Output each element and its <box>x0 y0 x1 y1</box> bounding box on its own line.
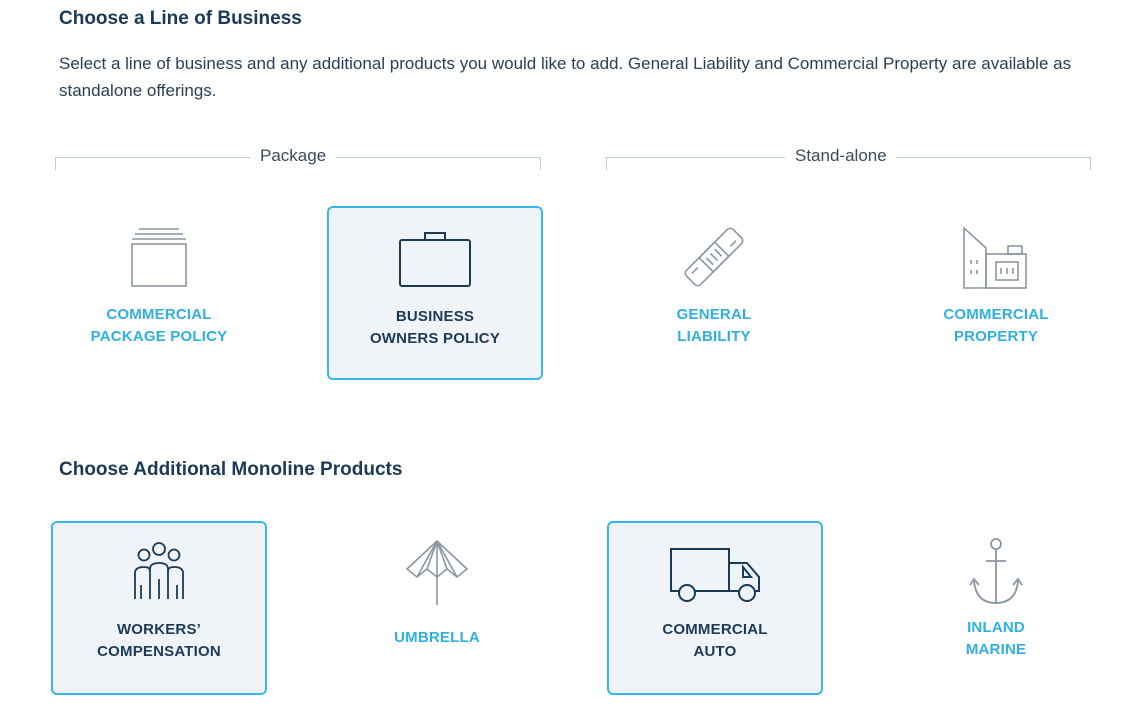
card-label-line2: AUTO <box>693 643 737 660</box>
card-label-line2: COMPENSATION <box>97 643 221 660</box>
card-label-line2: LIABILITY <box>677 328 751 345</box>
commercial-package-policy-card[interactable]: COMMERCIAL PACKAGE POLICY <box>51 206 267 380</box>
workers-compensation-card[interactable]: WORKERS’ COMPENSATION <box>51 521 267 695</box>
briefcase-icon <box>397 228 473 290</box>
card-label-line1: COMMERCIAL <box>662 621 768 638</box>
business-owners-policy-card[interactable]: BUSINESS OWNERS POLICY <box>327 206 543 380</box>
commercial-auto-card[interactable]: COMMERCIAL AUTO <box>607 521 823 695</box>
bandage-icon <box>679 226 749 288</box>
standalone-group-label: Stand-alone <box>785 146 897 166</box>
section-title-monoline-products: Choose Additional Monoline Products <box>59 459 403 480</box>
truck-icon <box>667 539 763 605</box>
people-group-icon <box>129 539 189 605</box>
inland-marine-card[interactable]: INLAND MARINE <box>888 521 1104 695</box>
card-label-line1: UMBRELLA <box>394 629 480 646</box>
umbrella-icon <box>401 537 473 607</box>
package-group-label: Package <box>250 146 337 166</box>
card-label-line1: COMMERCIAL <box>106 306 212 323</box>
card-label-line2: OWNERS POLICY <box>369 330 501 347</box>
card-label-line1: COMMERCIAL <box>943 306 1049 323</box>
buildings-icon <box>960 226 1032 290</box>
commercial-property-card[interactable]: COMMERCIAL PROPERTY <box>888 206 1104 380</box>
card-label-line2: PACKAGE POLICY <box>90 328 228 345</box>
general-liability-card[interactable]: GENERAL LIABILITY <box>606 206 822 380</box>
anchor-icon <box>968 537 1024 607</box>
card-label-line2: MARINE <box>965 641 1027 658</box>
card-label-line1: BUSINESS <box>395 308 475 325</box>
stacked-folders-icon <box>129 226 189 288</box>
card-label-line1: INLAND <box>967 619 1025 636</box>
section-title-line-of-business: Choose a Line of Business <box>59 8 302 29</box>
card-label-line1: WORKERS’ <box>116 621 202 638</box>
card-label-line1: GENERAL <box>676 306 752 323</box>
umbrella-card[interactable]: UMBRELLA <box>329 521 545 695</box>
section-description: Select a line of business and any additi… <box>59 54 1072 100</box>
card-label-line2: PROPERTY <box>953 328 1039 345</box>
